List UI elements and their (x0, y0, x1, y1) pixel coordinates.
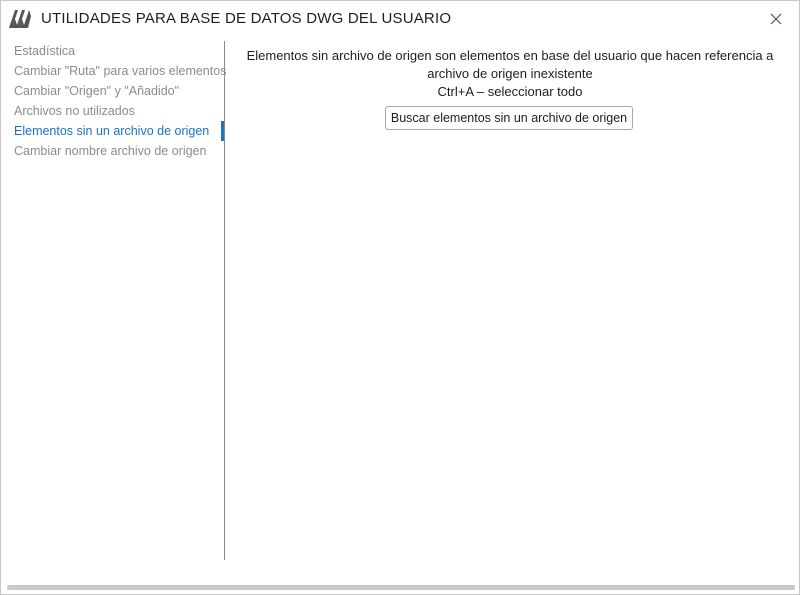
sidebar-item-cambiar-ruta[interactable]: Cambiar "Ruta" para varios elementos (1, 61, 226, 81)
sidebar-item-elementos-sin-archivo[interactable]: Elementos sin un archivo de origen (1, 121, 223, 141)
description-text: Elementos sin archivo de origen son elem… (225, 47, 795, 101)
description-line-1: Elementos sin archivo de origen son elem… (246, 48, 774, 63)
sidebar-nav: Estadística Cambiar "Ruta" para varios e… (1, 41, 226, 561)
dialog-window: UTILIDADES PARA BASE DE DATOS DWG DEL US… (0, 0, 800, 595)
description-line-2: archivo de origen inexistente (427, 66, 593, 81)
horizontal-scrollbar[interactable] (7, 585, 795, 590)
close-icon (770, 13, 782, 25)
sidebar-item-estadistica[interactable]: Estadística (1, 41, 223, 61)
main-panel: Elementos sin archivo de origen son elem… (225, 41, 795, 561)
shortcut-hint: Ctrl+A – seleccionar todo (437, 84, 583, 99)
title-bar: UTILIDADES PARA BASE DE DATOS DWG DEL US… (1, 1, 799, 37)
search-orphan-elements-button[interactable]: Buscar elementos sin un archivo de orige… (385, 106, 633, 130)
close-button[interactable] (766, 9, 786, 29)
app-logo-icon (9, 10, 31, 28)
sidebar-item-cambiar-nombre[interactable]: Cambiar nombre archivo de origen (1, 141, 223, 161)
sidebar-item-archivos-no-utilizados[interactable]: Archivos no utilizados (1, 101, 223, 121)
sidebar-item-cambiar-origen[interactable]: Cambiar "Origen" y "Añadido" (1, 81, 223, 101)
window-title: UTILIDADES PARA BASE DE DATOS DWG DEL US… (41, 10, 452, 27)
